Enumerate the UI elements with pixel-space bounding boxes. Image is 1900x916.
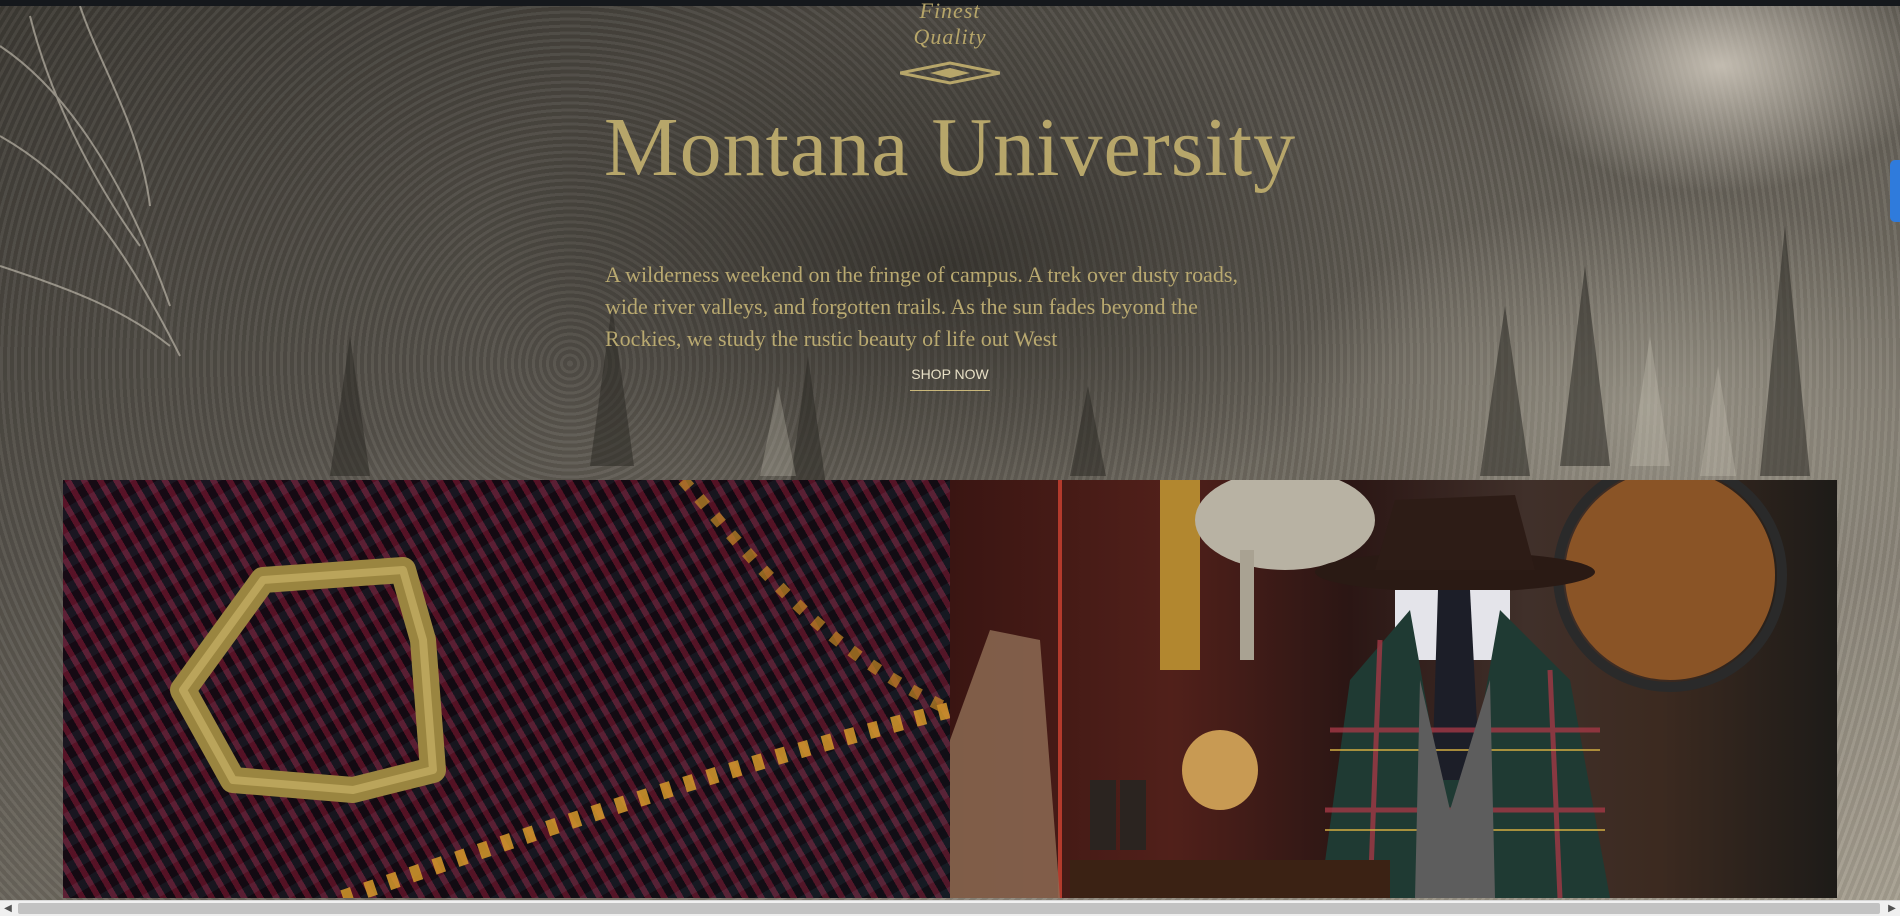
diamond-ornament-icon [900,61,1000,85]
horizontal-scrollbar[interactable]: ◀ ▶ [0,900,1900,916]
tweed-outfit-mannequin-image [950,480,1787,898]
scroll-position-marker [1890,160,1900,222]
product-tiles [63,480,1837,898]
hero-description: A wilderness weekend on the fringe of ca… [605,262,1238,351]
scrollbar-thumb[interactable] [18,903,1880,914]
hero-tagline: Finest Quality [913,0,987,49]
tartan-belt-tile[interactable] [63,480,950,898]
hero-title: Montana University [603,101,1297,194]
scroll-right-icon[interactable]: ▶ [1884,901,1900,916]
tartan-belt-buckle-image [170,480,950,898]
page: Finest Quality Montana University A wild… [0,0,1900,916]
scroll-left-icon[interactable]: ◀ [0,901,16,916]
tweed-outfit-tile[interactable] [950,480,1837,898]
shop-now-link[interactable]: SHOP NOW [910,366,990,391]
